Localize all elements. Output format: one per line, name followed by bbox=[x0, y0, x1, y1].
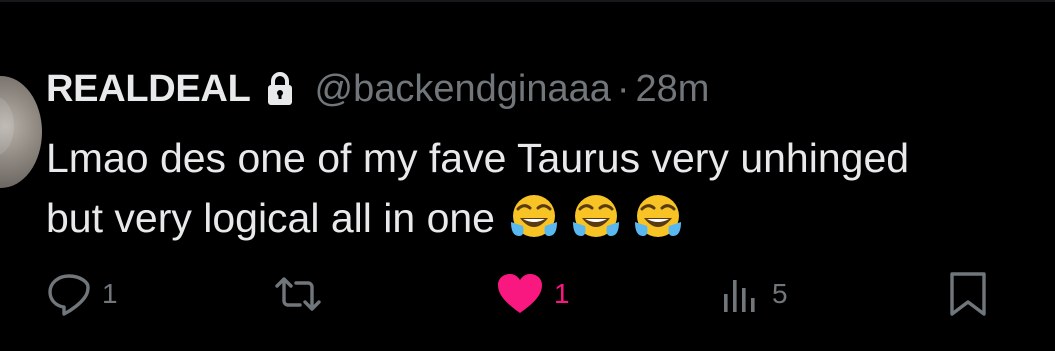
tweet-header: REALDEAL @backendginaaa · 28m bbox=[46, 64, 709, 114]
action-bar: 1 1 5 bbox=[0, 262, 1055, 326]
tweet-text-line-2-text: but very logical all in one bbox=[46, 195, 495, 241]
retweet-button[interactable] bbox=[272, 262, 334, 326]
views-button[interactable]: 5 bbox=[722, 262, 788, 326]
views-count: 5 bbox=[772, 278, 788, 309]
author-handle[interactable]: @backendginaaa bbox=[315, 68, 611, 111]
avatar[interactable] bbox=[0, 76, 42, 188]
like-button[interactable]: 1 bbox=[496, 262, 570, 326]
author-name[interactable]: REALDEAL bbox=[46, 68, 251, 111]
bookmark-icon bbox=[948, 271, 988, 317]
heart-icon bbox=[496, 273, 544, 315]
reply-count: 1 bbox=[102, 278, 118, 309]
tweet-text-line-2: but very logical all in one bbox=[46, 188, 1051, 248]
emoji-group bbox=[509, 192, 683, 242]
reply-icon bbox=[46, 272, 92, 316]
bookmark-button[interactable] bbox=[948, 262, 988, 326]
views-chart-icon bbox=[722, 274, 762, 314]
like-count: 1 bbox=[554, 278, 570, 309]
timestamp[interactable]: 28m bbox=[636, 68, 710, 111]
tweet-text: Lmao des one of my fave Taurus very unhi… bbox=[46, 128, 1051, 248]
top-divider bbox=[0, 0, 1055, 2]
reply-button[interactable]: 1 bbox=[46, 262, 118, 326]
retweet-icon bbox=[272, 274, 324, 314]
tweet-text-line: Lmao des one of my fave Taurus very unhi… bbox=[46, 135, 910, 181]
tears-of-joy-emoji-icon bbox=[509, 192, 559, 242]
tears-of-joy-emoji-icon bbox=[571, 192, 621, 242]
tears-of-joy-emoji-icon bbox=[633, 192, 683, 242]
lock-icon bbox=[267, 72, 293, 106]
separator-dot: · bbox=[616, 67, 630, 110]
